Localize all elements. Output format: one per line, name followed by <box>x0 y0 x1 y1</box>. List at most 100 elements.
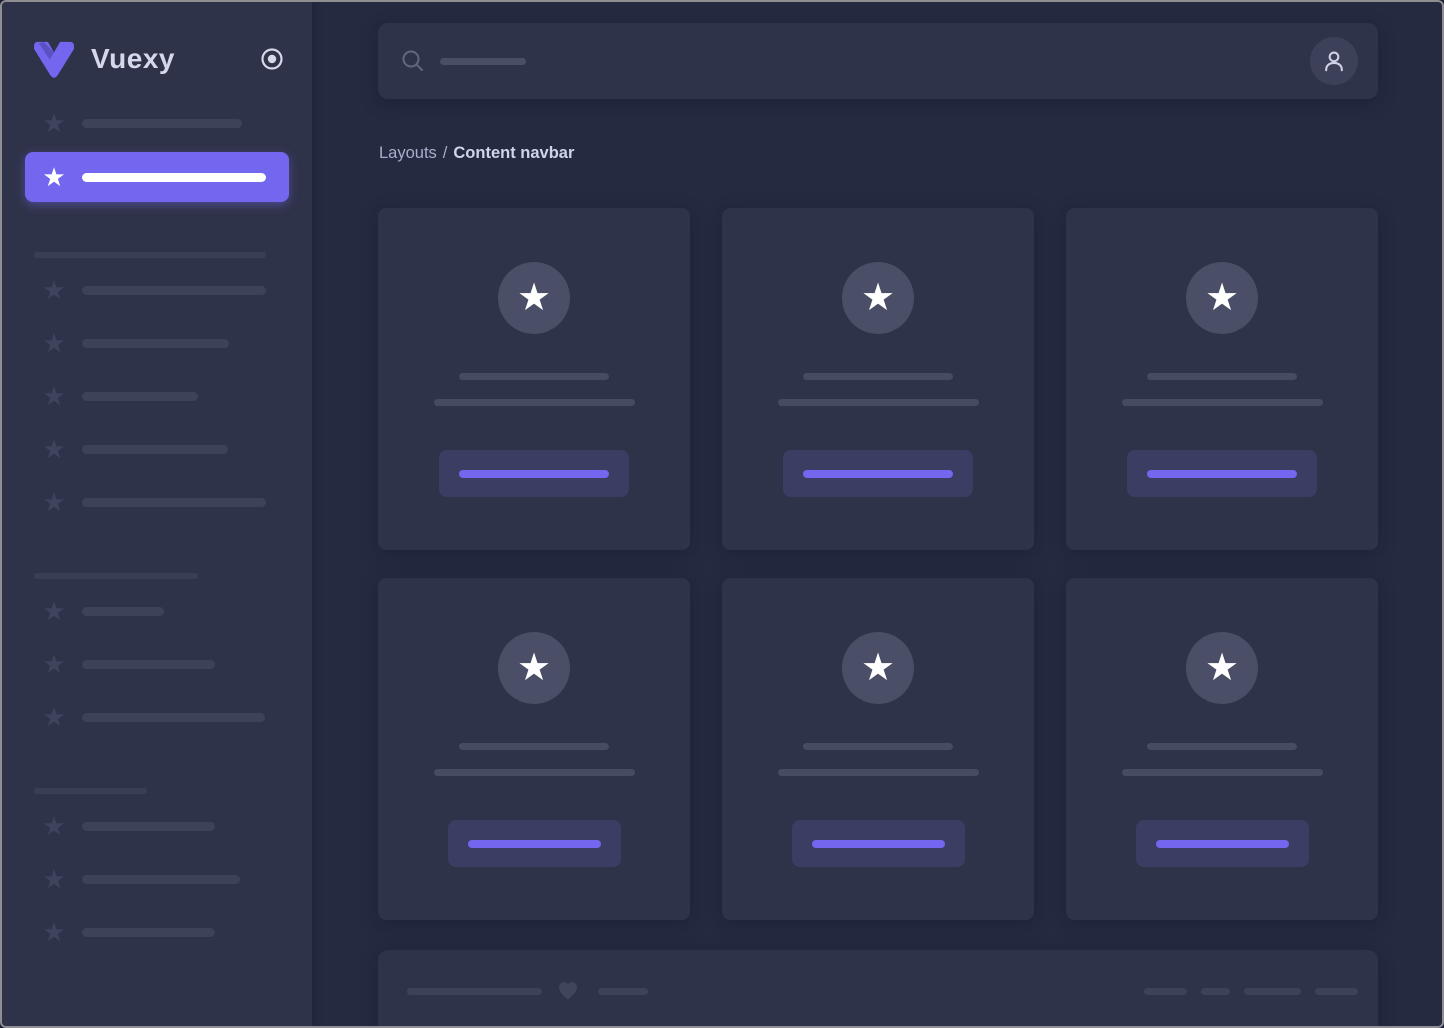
footer-link-skeleton <box>1315 988 1358 995</box>
feature-card: ★ <box>722 578 1034 920</box>
footer-link-skeleton <box>1201 988 1230 995</box>
sidebar-item[interactable]: ★ <box>2 919 312 945</box>
sidebar-item[interactable]: ★ <box>2 651 312 677</box>
breadcrumb-current: Content navbar <box>453 144 574 162</box>
footer-left-group <box>407 979 648 1003</box>
footer-text-skeleton <box>407 988 542 995</box>
search-placeholder-skeleton <box>440 58 526 65</box>
main-content: Layouts / Content navbar ★ ★ <box>312 2 1442 1026</box>
card-avatar: ★ <box>1186 262 1258 334</box>
search-navbar <box>378 23 1378 99</box>
menu-label-skeleton <box>82 445 228 454</box>
footer-links-group <box>1144 988 1358 995</box>
sidebar-header: Vuexy <box>2 2 312 78</box>
menu-label-skeleton <box>82 173 266 182</box>
card-avatar: ★ <box>498 262 570 334</box>
card-avatar: ★ <box>842 262 914 334</box>
cards-grid: ★ ★ ★ <box>378 208 1378 920</box>
star-icon: ★ <box>42 705 66 729</box>
button-label-skeleton <box>459 470 609 478</box>
menu-label-skeleton <box>82 119 242 128</box>
button-label-skeleton <box>812 840 945 848</box>
card-title-skeleton <box>1147 743 1297 750</box>
star-icon: ★ <box>517 279 551 317</box>
feature-card: ★ <box>378 208 690 550</box>
card-title-skeleton <box>803 373 953 380</box>
star-icon: ★ <box>42 490 66 514</box>
star-icon: ★ <box>42 331 66 355</box>
sidebar-item[interactable]: ★ <box>2 330 312 356</box>
search-input[interactable] <box>401 49 526 73</box>
search-icon <box>401 49 425 73</box>
card-subtitle-skeleton <box>1122 399 1323 406</box>
sidebar-item[interactable]: ★ <box>2 110 312 136</box>
star-icon: ★ <box>42 111 66 135</box>
sidebar-item[interactable]: ★ <box>2 277 312 303</box>
feature-card: ★ <box>1066 578 1378 920</box>
footer-link-skeleton <box>1144 988 1187 995</box>
card-avatar: ★ <box>842 632 914 704</box>
card-action-button[interactable] <box>1127 450 1317 497</box>
feature-card: ★ <box>1066 208 1378 550</box>
user-avatar[interactable] <box>1310 37 1358 85</box>
star-icon: ★ <box>42 165 66 189</box>
menu-label-skeleton <box>82 607 164 616</box>
star-icon: ★ <box>1205 279 1239 317</box>
menu-label-skeleton <box>82 498 266 507</box>
button-label-skeleton <box>1156 840 1289 848</box>
star-icon: ★ <box>42 278 66 302</box>
breadcrumb-parent[interactable]: Layouts <box>379 144 437 162</box>
card-title-skeleton <box>803 743 953 750</box>
sidebar-item[interactable]: ★ <box>2 436 312 462</box>
feature-card: ★ <box>722 208 1034 550</box>
sidebar-item-active[interactable]: ★ <box>25 152 289 202</box>
feature-card: ★ <box>378 578 690 920</box>
star-icon: ★ <box>42 814 66 838</box>
menu-pin-toggle-icon[interactable] <box>260 47 284 71</box>
star-icon: ★ <box>861 649 895 687</box>
card-avatar: ★ <box>498 632 570 704</box>
card-action-button[interactable] <box>783 450 973 497</box>
card-action-button[interactable] <box>448 820 621 867</box>
star-icon: ★ <box>42 437 66 461</box>
sidebar-item[interactable]: ★ <box>2 489 312 515</box>
menu-section-header-skeleton <box>34 788 147 794</box>
menu-label-skeleton <box>82 392 198 401</box>
star-icon: ★ <box>517 649 551 687</box>
breadcrumb-separator: / <box>443 144 448 162</box>
person-icon <box>1321 48 1347 74</box>
card-title-skeleton <box>459 743 609 750</box>
sidebar-item[interactable]: ★ <box>2 866 312 892</box>
sidebar-item[interactable]: ★ <box>2 813 312 839</box>
card-action-button[interactable] <box>792 820 965 867</box>
card-subtitle-skeleton <box>778 399 979 406</box>
star-icon: ★ <box>861 279 895 317</box>
star-icon: ★ <box>42 920 66 944</box>
button-label-skeleton <box>1147 470 1297 478</box>
card-subtitle-skeleton <box>778 769 979 776</box>
star-icon: ★ <box>42 867 66 891</box>
sidebar-item[interactable]: ★ <box>2 383 312 409</box>
menu-label-skeleton <box>82 339 229 348</box>
brand-name: Vuexy <box>91 43 175 75</box>
heart-icon <box>556 979 580 1003</box>
card-action-button[interactable] <box>439 450 629 497</box>
button-label-skeleton <box>803 470 953 478</box>
card-subtitle-skeleton <box>434 399 635 406</box>
sidebar: Vuexy ★ ★ ★ ★ ★ <box>2 2 312 1026</box>
footer-text-skeleton <box>598 988 648 995</box>
menu-label-skeleton <box>82 928 215 937</box>
sidebar-item[interactable]: ★ <box>2 704 312 730</box>
menu-label-skeleton <box>82 822 215 831</box>
button-label-skeleton <box>468 840 601 848</box>
sidebar-item[interactable]: ★ <box>2 598 312 624</box>
breadcrumb: Layouts / Content navbar <box>379 144 574 163</box>
card-action-button[interactable] <box>1136 820 1309 867</box>
star-icon: ★ <box>42 599 66 623</box>
footer-card <box>378 950 1378 1028</box>
card-avatar: ★ <box>1186 632 1258 704</box>
star-icon: ★ <box>42 652 66 676</box>
menu-label-skeleton <box>82 875 240 884</box>
footer-link-skeleton <box>1244 988 1301 995</box>
star-icon: ★ <box>1205 649 1239 687</box>
